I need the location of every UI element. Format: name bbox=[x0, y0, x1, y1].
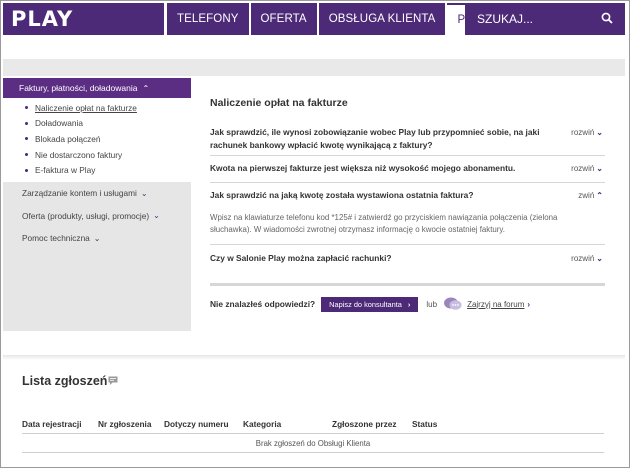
sidebar-item-doladowania[interactable]: Doładowania bbox=[25, 116, 191, 132]
main-nav: TELEFONY OFERTA OBSŁUGA KLIENTA PLAY24 bbox=[167, 3, 511, 35]
faq-question: Kwota na pierwszej fakturze jest większa… bbox=[210, 163, 516, 173]
search-input[interactable]: SZUKAJ... bbox=[477, 12, 533, 26]
tickets-empty-row: Brak zgłoszeń do Obsługi Klienta bbox=[22, 435, 604, 453]
search-box[interactable]: SZUKAJ... bbox=[465, 3, 625, 35]
sidebar-section-faktury[interactable]: Faktury, płatności, doładowania ⌃ bbox=[3, 78, 191, 98]
section-divider bbox=[3, 355, 625, 360]
bullet-icon bbox=[25, 106, 28, 110]
sidebar-section-oferta[interactable]: Oferta (produkty, usługi, promocje) ⌄ bbox=[3, 204, 191, 227]
chevron-right-icon: › bbox=[527, 299, 531, 309]
nav-item-obsluga-klienta[interactable]: OBSŁUGA KLIENTA bbox=[318, 3, 446, 35]
bullet-icon bbox=[25, 121, 28, 125]
chevron-down-icon: ⌄ bbox=[596, 164, 603, 173]
forum-link[interactable]: Zajrzyj na forum bbox=[467, 300, 524, 309]
sidebar-section-pomoc[interactable]: Pomoc techniczna ⌄ bbox=[3, 227, 191, 250]
search-icon[interactable] bbox=[601, 12, 613, 24]
chevron-down-icon: ⌄ bbox=[140, 188, 148, 198]
nav-item-oferta[interactable]: OFERTA bbox=[250, 3, 317, 35]
forum-chat-icon[interactable] bbox=[443, 296, 463, 312]
help-bar: Nie znalazłeś odpowiedzi? Napisz do kons… bbox=[210, 295, 605, 313]
chevron-up-icon: ⌃ bbox=[596, 191, 603, 200]
sidebar: Faktury, płatności, doładowania ⌃ Nalicz… bbox=[3, 78, 191, 331]
nav-item-telefony[interactable]: TELEFONY bbox=[167, 3, 249, 35]
write-to-consultant-button[interactable]: Napisz do konsultanta › bbox=[321, 296, 419, 312]
faq-answer: Wpisz na klawiaturze telefonu kod *125# … bbox=[210, 212, 558, 235]
chevron-up-icon: ⌃ bbox=[142, 83, 150, 93]
sidebar-item-nie-dostarczono[interactable]: Nie dostarczono faktury bbox=[25, 147, 191, 163]
expand-toggle[interactable]: rozwiń ⌄ bbox=[571, 254, 603, 263]
sidebar-item-blokada[interactable]: Blokada połączeń bbox=[25, 131, 191, 147]
bullet-icon bbox=[25, 168, 28, 172]
faq-item[interactable]: Jak sprawdzić, ile wynosi zobowiązanie w… bbox=[210, 126, 605, 156]
logo-block[interactable]: PLAY bbox=[3, 3, 164, 35]
column-header: Data rejestracji bbox=[22, 419, 82, 429]
or-label: lub bbox=[426, 299, 438, 309]
collapse-toggle[interactable]: zwiń ⌃ bbox=[578, 191, 603, 200]
column-header: Zgłoszone przez bbox=[332, 419, 397, 429]
column-header: Status bbox=[412, 419, 438, 429]
sidebar-section-zarzadzanie[interactable]: Zarządzanie kontem i usługami ⌄ bbox=[3, 182, 191, 205]
sidebar-section-label: Faktury, płatności, doładowania bbox=[19, 83, 138, 93]
help-question: Nie znalazłeś odpowiedzi? bbox=[210, 299, 316, 309]
faq-item-expanded[interactable]: Jak sprawdzić na jaką kwotę została wyst… bbox=[210, 189, 605, 245]
expand-toggle[interactable]: rozwiń ⌄ bbox=[571, 128, 603, 137]
play-logo: PLAY bbox=[11, 7, 74, 31]
column-header: Dotyczy numeru bbox=[164, 419, 229, 429]
chevron-down-icon: ⌄ bbox=[596, 128, 603, 137]
sidebar-item-naliczenie[interactable]: Naliczenie opłat na fakturze bbox=[25, 100, 191, 116]
faq-question: Czy w Salonie Play można zapłacić rachun… bbox=[210, 253, 392, 263]
sidebar-sub-list: Naliczenie opłat na fakturze Doładowania… bbox=[3, 98, 191, 182]
bullet-icon bbox=[25, 137, 28, 141]
grey-strip bbox=[3, 59, 625, 76]
sidebar-item-e-faktura[interactable]: E-faktura w Play bbox=[25, 162, 191, 178]
faq-divider bbox=[210, 283, 605, 286]
page-title: Naliczenie opłat na fakturze bbox=[210, 97, 348, 109]
comment-icon bbox=[108, 376, 118, 385]
chevron-down-icon: ⌄ bbox=[596, 254, 603, 263]
top-header: PLAY TELEFONY OFERTA OBSŁUGA KLIENTA PLA… bbox=[3, 3, 625, 35]
faq-question: Jak sprawdzić na jaką kwotę została wyst… bbox=[210, 190, 474, 200]
expand-toggle[interactable]: rozwiń ⌄ bbox=[571, 164, 603, 173]
tickets-table-header: Data rejestracji Nr zgłoszenia Dotyczy n… bbox=[22, 418, 604, 434]
column-header: Nr zgłoszenia bbox=[98, 419, 152, 429]
chevron-down-icon: ⌄ bbox=[153, 211, 160, 221]
tickets-title: Lista zgłoszeń bbox=[22, 374, 108, 388]
faq-item[interactable]: Kwota na pierwszej fakturze jest większa… bbox=[210, 162, 605, 183]
bullet-icon bbox=[25, 153, 28, 157]
faq-question: Jak sprawdzić, ile wynosi zobowiązanie w… bbox=[210, 127, 540, 150]
chevron-right-icon: › bbox=[407, 299, 411, 309]
chevron-down-icon: ⌄ bbox=[93, 233, 101, 243]
column-header: Kategoria bbox=[243, 419, 282, 429]
faq-item[interactable]: Czy w Salonie Play można zapłacić rachun… bbox=[210, 252, 605, 272]
